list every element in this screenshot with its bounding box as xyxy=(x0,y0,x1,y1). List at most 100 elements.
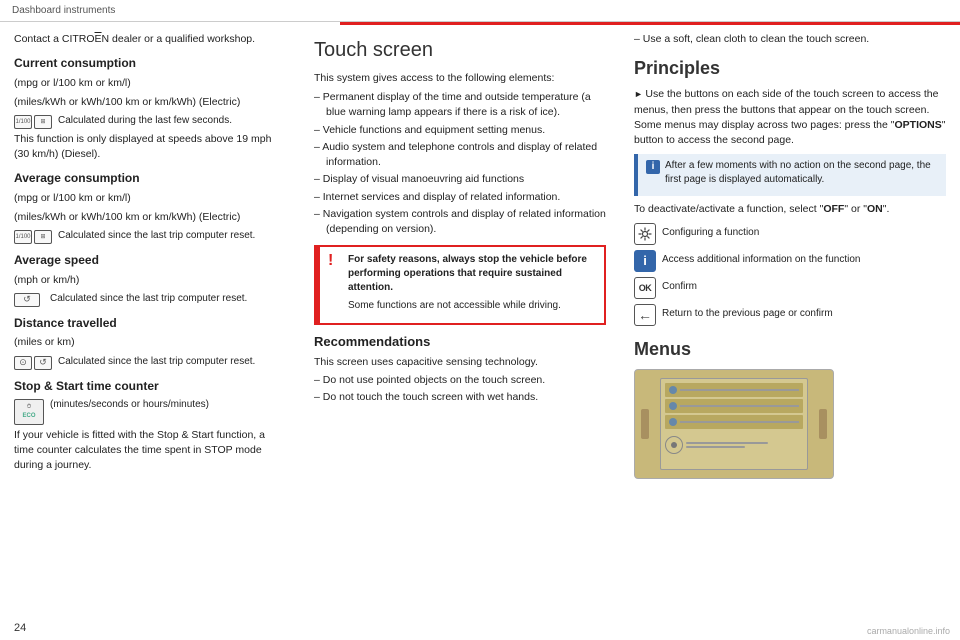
touch-item-6: – Navigation system controls and display… xyxy=(314,207,606,237)
heading-distance-travelled: Distance travelled xyxy=(14,315,286,332)
avg-speed-icons: ↺ xyxy=(14,293,44,307)
info-box: i After a few moments with no action on … xyxy=(634,154,946,196)
options-label: OPTIONS xyxy=(895,119,942,131)
touch-screen-intro: This system gives access to the followin… xyxy=(314,71,606,86)
info-box-text: After a few moments with no action on th… xyxy=(665,159,938,187)
current-cons-body: This function is only displayed at speed… xyxy=(14,132,286,162)
section-distance-travelled: Distance travelled (miles or km) ⊙ ↺ Cal… xyxy=(14,315,286,370)
current-cons-icon-row: 1/100 ⊞ Calculated during the last few s… xyxy=(14,114,286,129)
menu-right-icons xyxy=(686,442,803,448)
menu-icon-dot-3 xyxy=(669,418,677,426)
functions-list: Configuring a function i Access addition… xyxy=(634,223,946,326)
section-average-speed: Average speed (mph or km/h) ↺ Calculated… xyxy=(14,252,286,307)
info-func-icon: i xyxy=(634,250,656,272)
menu-line-1 xyxy=(680,389,799,391)
warning-icon: ! xyxy=(328,253,342,269)
func-row-configure: Configuring a function xyxy=(634,223,946,245)
col-left: Contact a CITROEN dealer or a qualified … xyxy=(0,22,300,640)
page-number: 24 xyxy=(14,622,26,634)
configure-icon xyxy=(634,223,656,245)
menu-row-3 xyxy=(665,415,803,429)
stop-start-body: If your vehicle is fitted with the Stop … xyxy=(14,428,286,474)
touch-screen-heading: Touch screen xyxy=(314,36,606,65)
avg-cons-sub1: (mpg or l/100 km or km/l) xyxy=(14,191,286,206)
page-container: Dashboard instruments Contact a CITROEN … xyxy=(0,0,960,640)
avg-speed-icon: ↺ xyxy=(14,293,40,307)
warning-box: ! For safety reasons, always stop the ve… xyxy=(314,245,606,325)
avg-cons-icon-row: 1/100 ⊞ Calculated since the last trip c… xyxy=(14,229,286,244)
func-ok-label: Confirm xyxy=(662,277,946,294)
avg-speed-text: Calculated since the last trip computer … xyxy=(50,292,286,307)
section-average-consumption: Average consumption (mpg or l/100 km or … xyxy=(14,170,286,244)
main-content: Contact a CITROEN dealer or a qualified … xyxy=(0,22,960,640)
current-cons-sub1: (mpg or l/100 km or km/l) xyxy=(14,76,286,91)
header-bar: Dashboard instruments xyxy=(0,0,960,22)
recommendations-heading: Recommendations xyxy=(314,333,606,352)
avg-cons-icons: 1/100 ⊞ xyxy=(14,230,52,244)
side-button-right xyxy=(819,409,827,439)
menu-line-3 xyxy=(680,421,799,423)
menu-icon-dot-2 xyxy=(669,402,677,410)
section-stop-start: Stop & Start time counter ⏱ ECO (minutes… xyxy=(14,378,286,474)
current-cons-text: Calculated during the last few seconds. xyxy=(58,114,286,129)
avg-consumption-icon-2: ⊞ xyxy=(34,230,52,244)
avg-cons-sub2: (miles/kWh or kWh/100 km or km/kWh) (Ele… xyxy=(14,210,286,225)
touch-item-4: – Display of visual manoeuvring aid func… xyxy=(314,172,606,187)
distance-text: Calculated since the last trip computer … xyxy=(58,355,286,370)
distance-icons: ⊙ ↺ xyxy=(14,356,52,370)
heading-stop-start: Stop & Start time counter xyxy=(14,378,286,395)
off-label: OFF xyxy=(823,203,844,215)
header-red-line xyxy=(340,22,960,25)
func-row-ok: OK Confirm xyxy=(634,277,946,299)
info-box-icon: i xyxy=(646,160,660,174)
distance-icon-row: ⊙ ↺ Calculated since the last trip compu… xyxy=(14,355,286,370)
menu-icon-dot-1 xyxy=(669,386,677,394)
side-button-left xyxy=(641,409,649,439)
menu-row-2 xyxy=(665,399,803,413)
stop-start-text: (minutes/seconds or hours/minutes) xyxy=(50,398,286,413)
watermark: carmanualonline.info xyxy=(867,626,950,636)
func-back-label: Return to the previous page or confirm xyxy=(662,304,946,321)
touch-item-5: – Internet services and display of relat… xyxy=(314,190,606,205)
header-title: Dashboard instruments xyxy=(12,5,948,16)
distance-icon-2: ↺ xyxy=(34,356,52,370)
func-row-back: ← Return to the previous page or confirm xyxy=(634,304,946,326)
menu-image xyxy=(634,369,834,479)
stop-start-icon-row: ⏱ ECO (minutes/seconds or hours/minutes) xyxy=(14,398,286,425)
distance-icon-1: ⊙ xyxy=(14,356,32,370)
rec-item-3: – Use a soft, clean cloth to clean the t… xyxy=(634,32,946,47)
stop-start-icons: ⏱ ECO xyxy=(14,399,44,425)
ok-func-icon: OK xyxy=(634,277,656,299)
func-info-label: Access additional information on the fun… xyxy=(662,250,946,267)
menu-row-1 xyxy=(665,383,803,397)
rec-item-1: – Do not use pointed objects on the touc… xyxy=(314,373,606,388)
consumption-icon-1: 1/100 xyxy=(14,115,32,129)
current-cons-icons: 1/100 ⊞ xyxy=(14,115,52,129)
warning-title: For safety reasons, always stop the vehi… xyxy=(348,253,596,295)
touch-item-3: – Audio system and telephone controls an… xyxy=(314,140,606,170)
menu-circle-icon xyxy=(665,436,683,454)
avg-speed-sub: (mph or km/h) xyxy=(14,273,286,288)
func-configure-label: Configuring a function xyxy=(662,223,946,240)
bullet-arrow-icon: ► xyxy=(634,89,645,99)
touch-item-1: – Permanent display of the time and outs… xyxy=(314,90,606,120)
heading-average-consumption: Average consumption xyxy=(14,170,286,187)
func-row-info: i Access additional information on the f… xyxy=(634,250,946,272)
consumption-icon-2: ⊞ xyxy=(34,115,52,129)
heading-current-consumption: Current consumption xyxy=(14,55,286,72)
avg-consumption-icon-1: 1/100 xyxy=(14,230,32,244)
intro-text: Contact a CITROEN dealer or a qualified … xyxy=(14,32,286,47)
on-label: ON xyxy=(867,203,883,215)
eco-icon: ⏱ ECO xyxy=(14,399,44,425)
menus-heading: Menus xyxy=(634,336,946,362)
menu-line-2 xyxy=(680,405,799,407)
warning-body: Some functions are not accessible while … xyxy=(348,299,596,313)
section-current-consumption: Current consumption (mpg or l/100 km or … xyxy=(14,55,286,162)
back-func-icon: ← xyxy=(634,304,656,326)
deactivate-text: To deactivate/activate a function, selec… xyxy=(634,202,946,217)
distance-sub: (miles or km) xyxy=(14,335,286,350)
current-cons-sub2: (miles/kWh or kWh/100 km or km/kWh) (Ele… xyxy=(14,95,286,110)
col-mid: Touch screen This system gives access to… xyxy=(300,22,620,640)
principles-intro: ► Use the buttons on each side of the to… xyxy=(634,87,946,148)
rec-item-2: – Do not touch the touch screen with wet… xyxy=(314,390,606,405)
